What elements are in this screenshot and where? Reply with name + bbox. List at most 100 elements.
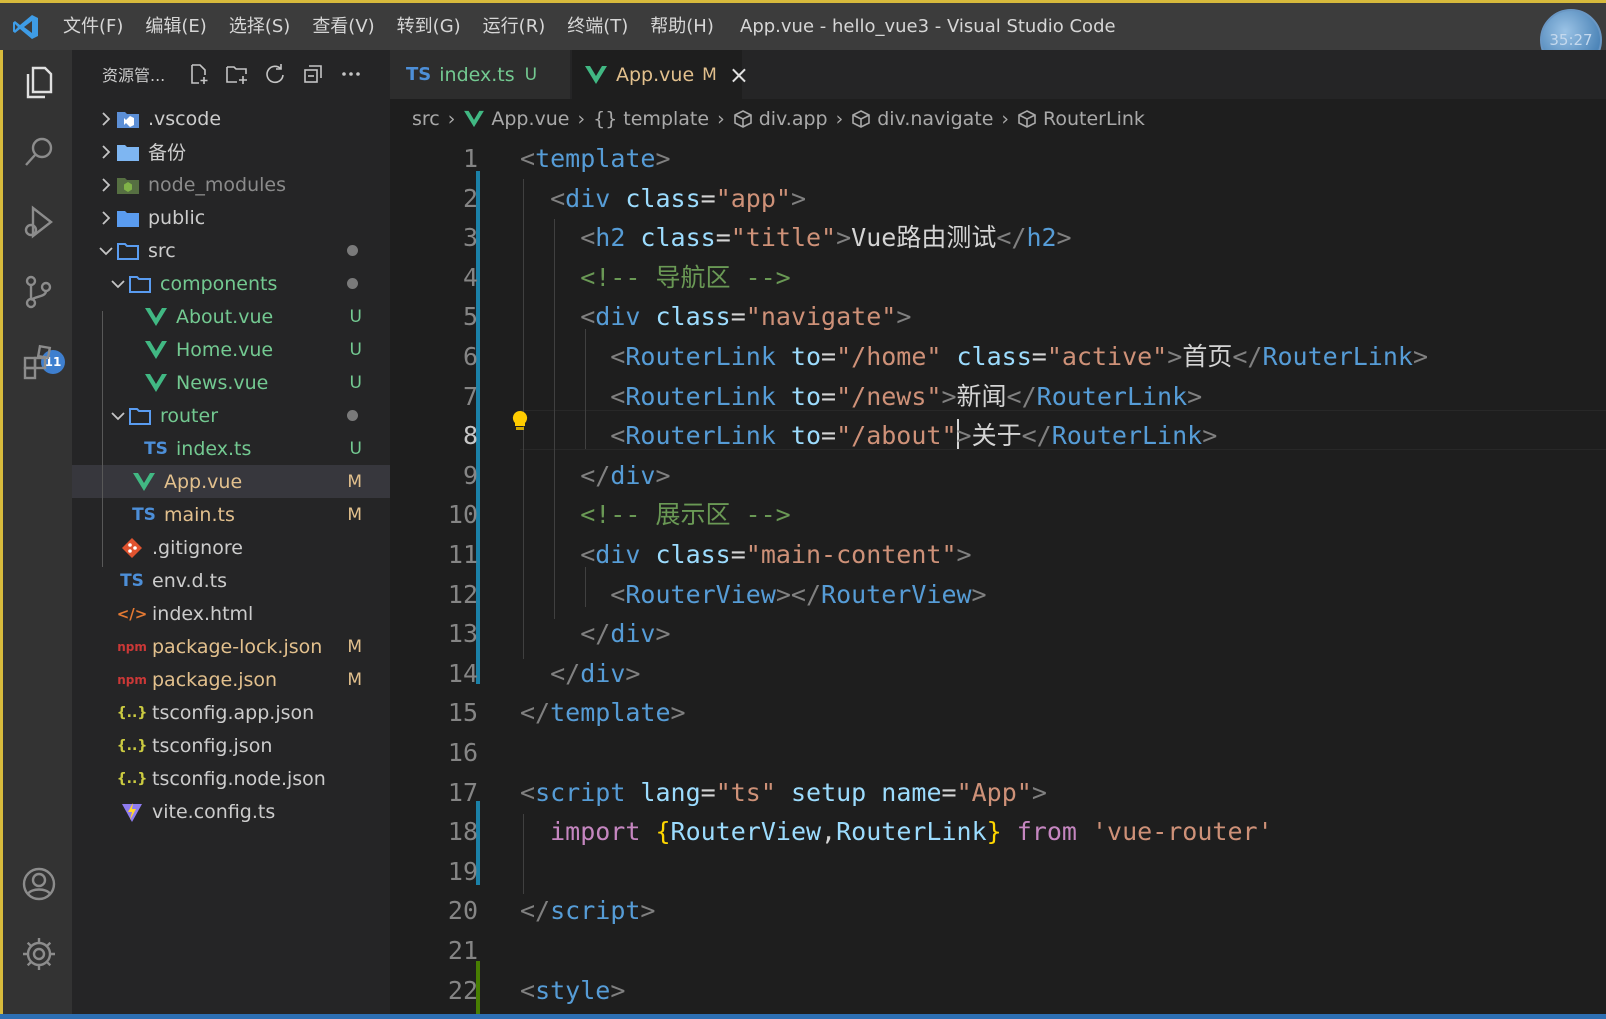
breadcrumb-item[interactable]: div.app	[759, 108, 828, 130]
tree-item-vscode-folder[interactable]: .vscode	[72, 102, 390, 135]
collapse-all-icon[interactable]	[294, 50, 332, 98]
code-token: to	[775, 342, 822, 371]
code-text: <RouterLink to="/about">关于</RouterLink>	[520, 416, 1217, 456]
code-line[interactable]: 13 </div>	[390, 614, 1606, 654]
code-token: 首页	[1182, 342, 1233, 371]
tree-item-label: components	[160, 272, 278, 295]
code-token: RouterLink	[1036, 381, 1188, 411]
code-line[interactable]: 11 <div class="main-content">	[390, 535, 1606, 575]
code-line[interactable]: 6 <RouterLink to="/home" class="active">…	[390, 337, 1606, 377]
tree-item-news-vue[interactable]: News.vue U	[72, 366, 390, 399]
tree-item-tsconfig-app-json[interactable]: {..} tsconfig.app.json	[72, 696, 390, 729]
code-line[interactable]: 10 <!-- 展示区 -->	[390, 495, 1606, 535]
code-editor[interactable]: 1 <template> 2 <div class="app"> 3 <h2 clas…	[390, 139, 1606, 1015]
code-line[interactable]: 14 </div>	[390, 654, 1606, 694]
search-icon[interactable]	[19, 132, 59, 172]
menu-help[interactable]: 帮助(H)	[639, 3, 725, 50]
tree-item-label: main.ts	[164, 503, 235, 526]
vue-file-icon	[584, 65, 608, 85]
code-line[interactable]: 17 <script lang="ts" setup name="App">	[390, 773, 1606, 813]
code-line[interactable]: 2 <div class="app">	[390, 179, 1606, 219]
breadcrumb-item[interactable]: src	[412, 108, 440, 130]
code-line[interactable]: 1 <template>	[390, 139, 1606, 179]
code-line[interactable]: 4 <!-- 导航区 -->	[390, 258, 1606, 298]
code-token: class	[610, 183, 701, 213]
chevron-right-icon	[98, 144, 114, 160]
git-status-untracked: U	[349, 438, 362, 459]
breadcrumb-item[interactable]: RouterLink	[1043, 108, 1145, 130]
breadcrumb-item[interactable]: App.vue	[491, 108, 569, 130]
tree-item-package-json[interactable]: npm package.json M	[72, 663, 390, 696]
tree-item-about-vue[interactable]: About.vue U	[72, 300, 390, 333]
breadcrumb-item[interactable]: div.navigate	[877, 108, 993, 130]
code-line[interactable]: 8 <RouterLink to="/about">关于</RouterLink…	[390, 416, 1606, 456]
account-icon[interactable]	[19, 864, 59, 904]
chevron-down-icon	[110, 276, 126, 292]
refresh-icon[interactable]	[256, 50, 294, 98]
tree-item-home-vue[interactable]: Home.vue U	[72, 333, 390, 366]
tree-item-node-modules-folder[interactable]: node_modules	[72, 168, 390, 201]
code-line[interactable]: 5 <div class="navigate">	[390, 297, 1606, 337]
tree-item-tsconfig-json[interactable]: {..} tsconfig.json	[72, 729, 390, 762]
breadcrumb-item[interactable]: template	[623, 108, 709, 130]
code-line[interactable]: 15 </template>	[390, 693, 1606, 733]
tree-item-backup-folder[interactable]: 备份	[72, 135, 390, 168]
code-token: </	[1021, 421, 1052, 451]
code-token: <	[520, 342, 626, 371]
tree-item-index-ts[interactable]: TS index.ts U	[72, 432, 390, 465]
tree-item-gitignore[interactable]: .gitignore	[72, 531, 390, 564]
tree-item-components-folder[interactable]: components	[72, 267, 390, 300]
tree-item-index-html[interactable]: </> index.html	[72, 597, 390, 630]
new-file-icon[interactable]	[180, 50, 218, 98]
json-file-icon: {..}	[116, 704, 148, 721]
code-line[interactable]: 16	[390, 733, 1606, 773]
tree-item-label: router	[160, 404, 219, 427]
new-folder-icon[interactable]	[218, 50, 256, 98]
typescript-file-icon: TS	[120, 570, 144, 591]
tree-item-env-d-ts[interactable]: TS env.d.ts	[72, 564, 390, 597]
tab-index-ts[interactable]: TS index.ts U	[390, 50, 570, 99]
code-line[interactable]: 3 <h2 class="title">Vue路由测试</h2>	[390, 218, 1606, 258]
tree-item-vite-config-ts[interactable]: vite.config.ts	[72, 795, 390, 828]
tree-item-public-folder[interactable]: public	[72, 201, 390, 234]
menu-edit[interactable]: 编辑(E)	[134, 3, 217, 50]
tree-item-tsconfig-node-json[interactable]: {..} tsconfig.node.json	[72, 762, 390, 795]
code-line[interactable]: 19	[390, 852, 1606, 892]
code-token: >	[670, 698, 686, 728]
extensions-icon[interactable]	[19, 342, 59, 382]
menu-terminal[interactable]: 终端(T)	[556, 3, 639, 50]
window-title: App.vue - hello_vue3 - Visual Studio Cod…	[740, 16, 1116, 37]
code-line[interactable]: 22 <style>	[390, 971, 1606, 1011]
tree-item-app-vue[interactable]: App.vue M	[72, 465, 390, 498]
code-line[interactable]: 21	[390, 931, 1606, 971]
code-line[interactable]: 20 </script>	[390, 891, 1606, 931]
explorer-icon[interactable]	[19, 62, 59, 102]
html-file-icon: </>	[116, 604, 148, 623]
code-line[interactable]: 7 <RouterLink to="/news">新闻</RouterLink>	[390, 377, 1606, 417]
menu-run[interactable]: 运行(R)	[472, 3, 557, 50]
menu-view[interactable]: 查看(V)	[301, 3, 385, 50]
menu-selection[interactable]: 选择(S)	[218, 3, 301, 50]
tree-item-main-ts[interactable]: TS main.ts M	[72, 498, 390, 531]
line-number: 18	[447, 817, 478, 847]
line-number: 13	[447, 619, 478, 649]
chevron-right-icon	[98, 111, 114, 127]
tree-item-src-folder[interactable]: src	[72, 234, 390, 267]
run-debug-icon[interactable]	[19, 202, 59, 242]
code-line[interactable]: 9 </div>	[390, 456, 1606, 496]
source-control-icon[interactable]	[19, 272, 59, 312]
code-line[interactable]: 12 <RouterView></RouterView>	[390, 575, 1606, 615]
tree-item-router-folder[interactable]: router	[72, 399, 390, 432]
line-number: 9	[462, 460, 478, 490]
more-actions-icon[interactable]	[332, 50, 370, 98]
menu-go[interactable]: 转到(G)	[386, 3, 472, 50]
settings-gear-icon[interactable]	[19, 934, 59, 974]
typescript-file-icon: TS	[144, 438, 168, 459]
tab-app-vue[interactable]: App.vue M ×	[572, 50, 749, 99]
code-line[interactable]: 18 import {RouterView,RouterLink} from '…	[390, 812, 1606, 852]
menu-file[interactable]: 文件(F)	[52, 3, 134, 50]
vscode-logo-icon[interactable]	[12, 13, 40, 41]
tree-item-package-lock-json[interactable]: npm package-lock.json M	[72, 630, 390, 663]
close-tab-icon[interactable]: ×	[729, 61, 749, 89]
code-token: <	[520, 302, 596, 332]
